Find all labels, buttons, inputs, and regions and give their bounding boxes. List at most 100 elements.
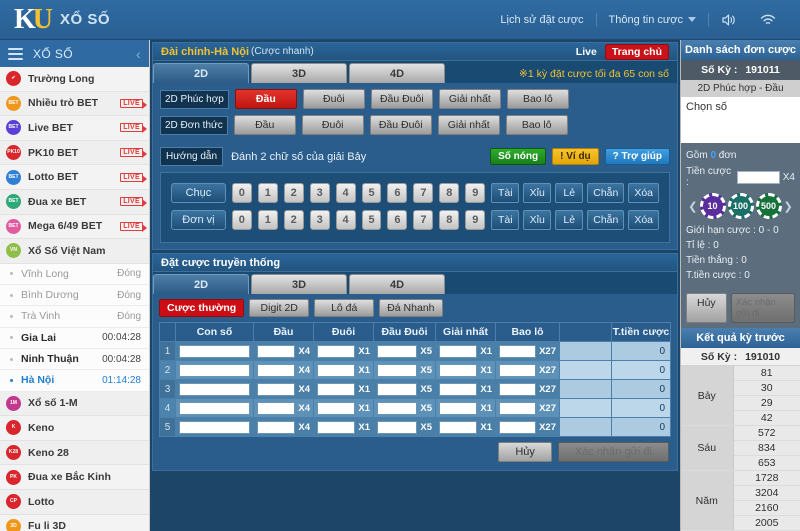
bet-input[interactable]: [317, 382, 356, 396]
example-button[interactable]: ! Ví dụ: [552, 148, 599, 165]
chip-500[interactable]: 500: [755, 193, 782, 219]
sidebar-region-2[interactable]: Bình Dương Đóng: [0, 285, 149, 307]
single-duoi-button[interactable]: Đuôi: [301, 115, 364, 135]
digit-button-0[interactable]: 0: [231, 210, 252, 230]
compound-dau-button[interactable]: Đầu: [234, 89, 297, 109]
bet-input[interactable]: [499, 382, 537, 396]
sidebar-region-4[interactable]: Gia Lai 00:04:28: [0, 327, 149, 349]
compound-duoi-button[interactable]: Đuôi: [302, 89, 365, 109]
sidebar-header[interactable]: XỔ SỐ ‹: [0, 40, 149, 67]
sidebar-item-2[interactable]: BET Nhiều trò BET LIVE: [0, 91, 149, 117]
digit-button-5[interactable]: 5: [361, 210, 382, 230]
tab-2d[interactable]: 2D: [153, 63, 249, 83]
bet-input[interactable]: [377, 344, 418, 358]
digit-button-7[interactable]: 7: [413, 183, 434, 203]
bet-input[interactable]: [317, 401, 356, 415]
bet-amount-input[interactable]: [737, 170, 780, 184]
digit-button-6[interactable]: 6: [387, 210, 408, 230]
digit-button-9[interactable]: 9: [465, 183, 486, 203]
sidebar-item-3[interactable]: BET Live BET LIVE: [0, 116, 149, 141]
chip-next-icon[interactable]: ❯: [784, 200, 793, 213]
sidebar-item-4[interactable]: PK10 PK10 BET LIVE: [0, 140, 149, 166]
digit-button-5[interactable]: 5: [361, 183, 382, 203]
digit-button-8[interactable]: 8: [439, 183, 460, 203]
bet-input[interactable]: [257, 363, 296, 377]
trad-tab-2d[interactable]: 2D: [153, 274, 249, 294]
single-giainhat-button[interactable]: Giải nhất: [437, 115, 500, 135]
chevron-left-icon[interactable]: ‹: [136, 46, 141, 62]
hot-numbers-button[interactable]: Số nóng: [490, 148, 547, 165]
digit-button-8[interactable]: 8: [439, 210, 460, 230]
bet-input[interactable]: [317, 363, 356, 377]
digit-button-0[interactable]: 0: [231, 183, 252, 203]
speaker-icon-button[interactable]: [709, 13, 748, 27]
option-button[interactable]: Xỉu: [523, 183, 552, 203]
sidebar-region-6[interactable]: Hà Nội 01:14:28: [0, 370, 149, 392]
con-so-input[interactable]: [179, 344, 250, 358]
option-button[interactable]: Lẻ: [555, 210, 584, 230]
subtab-digit-2d[interactable]: Digit 2D: [249, 299, 310, 317]
option-button[interactable]: Chẵn: [587, 183, 625, 203]
con-so-input[interactable]: [179, 382, 250, 396]
digit-button-1[interactable]: 1: [257, 210, 278, 230]
bet-input[interactable]: [499, 401, 537, 415]
compound-dauduoi-button[interactable]: Đầu Đuôi: [370, 89, 433, 109]
compound-baolo-button[interactable]: Bao lô: [506, 89, 569, 109]
sidebar-item2-1[interactable]: 1M Xổ số 1-M: [0, 391, 149, 417]
chip-10[interactable]: 10: [699, 193, 726, 219]
sidebar-region-3[interactable]: Trà Vinh Đóng: [0, 306, 149, 328]
chip-100[interactable]: 100: [727, 193, 754, 219]
subtab-cuoc-thuong[interactable]: Cược thường: [159, 299, 245, 317]
digit-button-9[interactable]: 9: [465, 210, 486, 230]
bet-input[interactable]: [499, 344, 537, 358]
bet-input[interactable]: [257, 344, 296, 358]
numpad-row-label[interactable]: Chục: [171, 183, 226, 203]
bet-input[interactable]: [317, 344, 356, 358]
single-dau-button[interactable]: Đầu: [233, 115, 296, 135]
bet-input[interactable]: [377, 363, 418, 377]
trad-cancel-button[interactable]: Hủy: [498, 442, 552, 462]
option-button[interactable]: Xóa: [628, 183, 660, 203]
help-button[interactable]: ? Trợ giúp: [604, 148, 670, 165]
bet-input[interactable]: [257, 420, 296, 434]
option-button[interactable]: Tài: [491, 210, 520, 230]
digit-button-3[interactable]: 3: [309, 210, 330, 230]
sidebar-region-1[interactable]: Vĩnh Long Đóng: [0, 263, 149, 286]
slip-cancel-button[interactable]: Hủy: [686, 293, 727, 323]
option-button[interactable]: Lẻ: [555, 183, 584, 203]
numpad-row-label[interactable]: Đơn vị: [171, 210, 226, 230]
subtab-lo-da[interactable]: Lô đá: [314, 299, 375, 317]
trad-tab-3d[interactable]: 3D: [251, 274, 347, 294]
option-button[interactable]: Tài: [491, 183, 520, 203]
nav-bet-history[interactable]: Lịch sử đặt cược: [488, 14, 595, 26]
sidebar-region-5[interactable]: Ninh Thuận 00:04:28: [0, 348, 149, 371]
tab-3d[interactable]: 3D: [251, 63, 347, 83]
bet-input[interactable]: [377, 382, 418, 396]
bet-input[interactable]: [377, 401, 418, 415]
sidebar-item2-3[interactable]: K28 Keno 28: [0, 440, 149, 466]
digit-button-1[interactable]: 1: [257, 183, 278, 203]
slip-confirm-button[interactable]: Xác nhận gửi đi: [730, 293, 795, 323]
digit-button-2[interactable]: 2: [283, 210, 304, 230]
bet-input[interactable]: [499, 363, 537, 377]
digit-button-4[interactable]: 4: [335, 183, 356, 203]
nav-bet-info[interactable]: Thông tin cược: [597, 14, 709, 26]
trad-confirm-button[interactable]: Xác nhận gửi đi: [557, 442, 669, 462]
bet-input[interactable]: [257, 382, 296, 396]
bet-input[interactable]: [439, 363, 478, 377]
sidebar-item2-2[interactable]: K Keno: [0, 416, 149, 441]
tab-4d[interactable]: 4D: [349, 63, 445, 83]
sidebar-item-5[interactable]: BET Lotto BET LIVE: [0, 165, 149, 190]
sidebar-item-1[interactable]: ✔ Trường Long: [0, 67, 149, 92]
digit-button-6[interactable]: 6: [387, 183, 408, 203]
digit-button-2[interactable]: 2: [283, 183, 304, 203]
bet-input[interactable]: [439, 401, 478, 415]
sidebar-item-6[interactable]: BET Đua xe BET LIVE: [0, 189, 149, 215]
bet-input[interactable]: [499, 420, 537, 434]
bet-input[interactable]: [439, 420, 478, 434]
digit-button-3[interactable]: 3: [309, 183, 330, 203]
sidebar-item-8[interactable]: VN Xổ Số Việt Nam: [0, 239, 149, 264]
bet-input[interactable]: [439, 382, 478, 396]
digit-button-4[interactable]: 4: [335, 210, 356, 230]
sidebar-item2-4[interactable]: PK Đua xe Bắc Kinh: [0, 465, 149, 490]
